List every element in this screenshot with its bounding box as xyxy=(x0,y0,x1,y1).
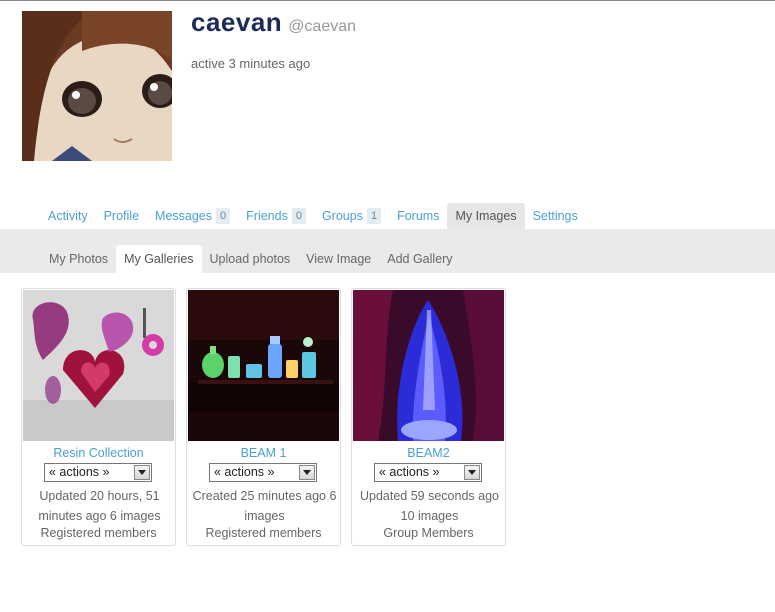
activity-status: active 3 minutes ago xyxy=(191,56,311,71)
avatar[interactable] xyxy=(22,11,172,161)
tab-label: Messages xyxy=(155,209,213,223)
gallery-thumbnail[interactable] xyxy=(188,290,339,441)
actions-select[interactable]: « actions » xyxy=(374,463,482,482)
gallery-access: Registered members xyxy=(40,526,157,540)
subtab-add-gallery[interactable]: Add Gallery xyxy=(379,245,460,273)
user-handle: @caevan xyxy=(288,18,357,35)
tab-label: My Images xyxy=(455,209,517,223)
subtab-label: My Photos xyxy=(49,252,109,266)
gallery-meta: Updated 59 seconds ago 10 images xyxy=(360,489,499,523)
actions-select-value: « actions » xyxy=(379,465,440,479)
chevron-down-icon[interactable] xyxy=(464,465,480,480)
gallery-card: BEAM2 « actions » Updated 59 seconds ago… xyxy=(351,288,506,546)
gallery-access: Registered members xyxy=(205,526,322,540)
tab-settings[interactable]: Settings xyxy=(525,203,586,229)
gallery-meta: Created 25 minutes ago 6 images xyxy=(192,489,337,523)
subtab-label: My Galleries xyxy=(124,252,194,266)
profile-name-line: caevan @caevan xyxy=(191,7,356,38)
gallery-thumbnail[interactable] xyxy=(23,290,174,441)
count-badge: 1 xyxy=(366,208,382,224)
subtab-view-image[interactable]: View Image xyxy=(298,245,379,273)
main-nav: Activity Profile Messages 0 Friends 0 Grou… xyxy=(40,203,586,229)
pink-resin-hearts-icon xyxy=(23,290,174,441)
subtab-label: View Image xyxy=(306,252,372,266)
tab-label: Profile xyxy=(103,209,140,223)
tab-groups[interactable]: Groups 1 xyxy=(314,203,389,229)
tab-label: Friends xyxy=(246,209,288,223)
gallery-title-link[interactable]: BEAM2 xyxy=(352,446,505,460)
actions-select[interactable]: « actions » xyxy=(44,463,152,482)
subtab-my-galleries[interactable]: My Galleries xyxy=(116,245,202,273)
gallery-access: Group Members xyxy=(383,526,474,540)
tab-friends[interactable]: Friends 0 xyxy=(238,203,314,229)
actions-select-value: « actions » xyxy=(49,465,110,479)
actions-select-value: « actions » xyxy=(214,465,275,479)
tab-label: Forums xyxy=(397,209,440,223)
subtab-upload-photos[interactable]: Upload photos xyxy=(202,245,299,273)
tab-profile[interactable]: Profile xyxy=(96,203,147,229)
anime-doll-avatar-icon xyxy=(22,11,172,161)
tab-messages[interactable]: Messages 0 xyxy=(147,203,238,229)
gallery-card: Resin Collection « actions » Updated 20 … xyxy=(21,288,176,546)
subtab-my-photos[interactable]: My Photos xyxy=(41,245,116,273)
tab-forums[interactable]: Forums xyxy=(389,203,447,229)
blue-light-sculpture-icon xyxy=(353,290,504,441)
tab-my-images[interactable]: My Images xyxy=(447,203,525,229)
tab-activity[interactable]: Activity xyxy=(40,203,96,229)
top-border xyxy=(0,0,775,1)
gallery-title-link[interactable]: Resin Collection xyxy=(22,446,175,460)
tab-label: Settings xyxy=(532,209,578,223)
count-badge: 0 xyxy=(216,208,231,224)
count-badge: 0 xyxy=(291,208,306,224)
gallery-meta: Updated 20 hours, 51 minutes ago 6 image… xyxy=(38,489,161,523)
gallery-title-link[interactable]: BEAM 1 xyxy=(187,446,340,460)
glowing-bottles-icon xyxy=(188,290,339,441)
display-name: caevan xyxy=(191,7,283,37)
gallery-thumbnail[interactable] xyxy=(353,290,504,441)
subtab-label: Add Gallery xyxy=(387,252,453,266)
sub-nav: My Photos My Galleries Upload photos Vie… xyxy=(41,245,461,273)
tab-label: Groups xyxy=(321,209,363,223)
tab-label: Activity xyxy=(48,209,88,223)
subtab-label: Upload photos xyxy=(209,252,291,266)
chevron-down-icon[interactable] xyxy=(299,465,315,480)
gallery-card: BEAM 1 « actions » Created 25 minutes ag… xyxy=(186,288,341,546)
actions-select[interactable]: « actions » xyxy=(209,463,317,482)
chevron-down-icon[interactable] xyxy=(134,465,150,480)
